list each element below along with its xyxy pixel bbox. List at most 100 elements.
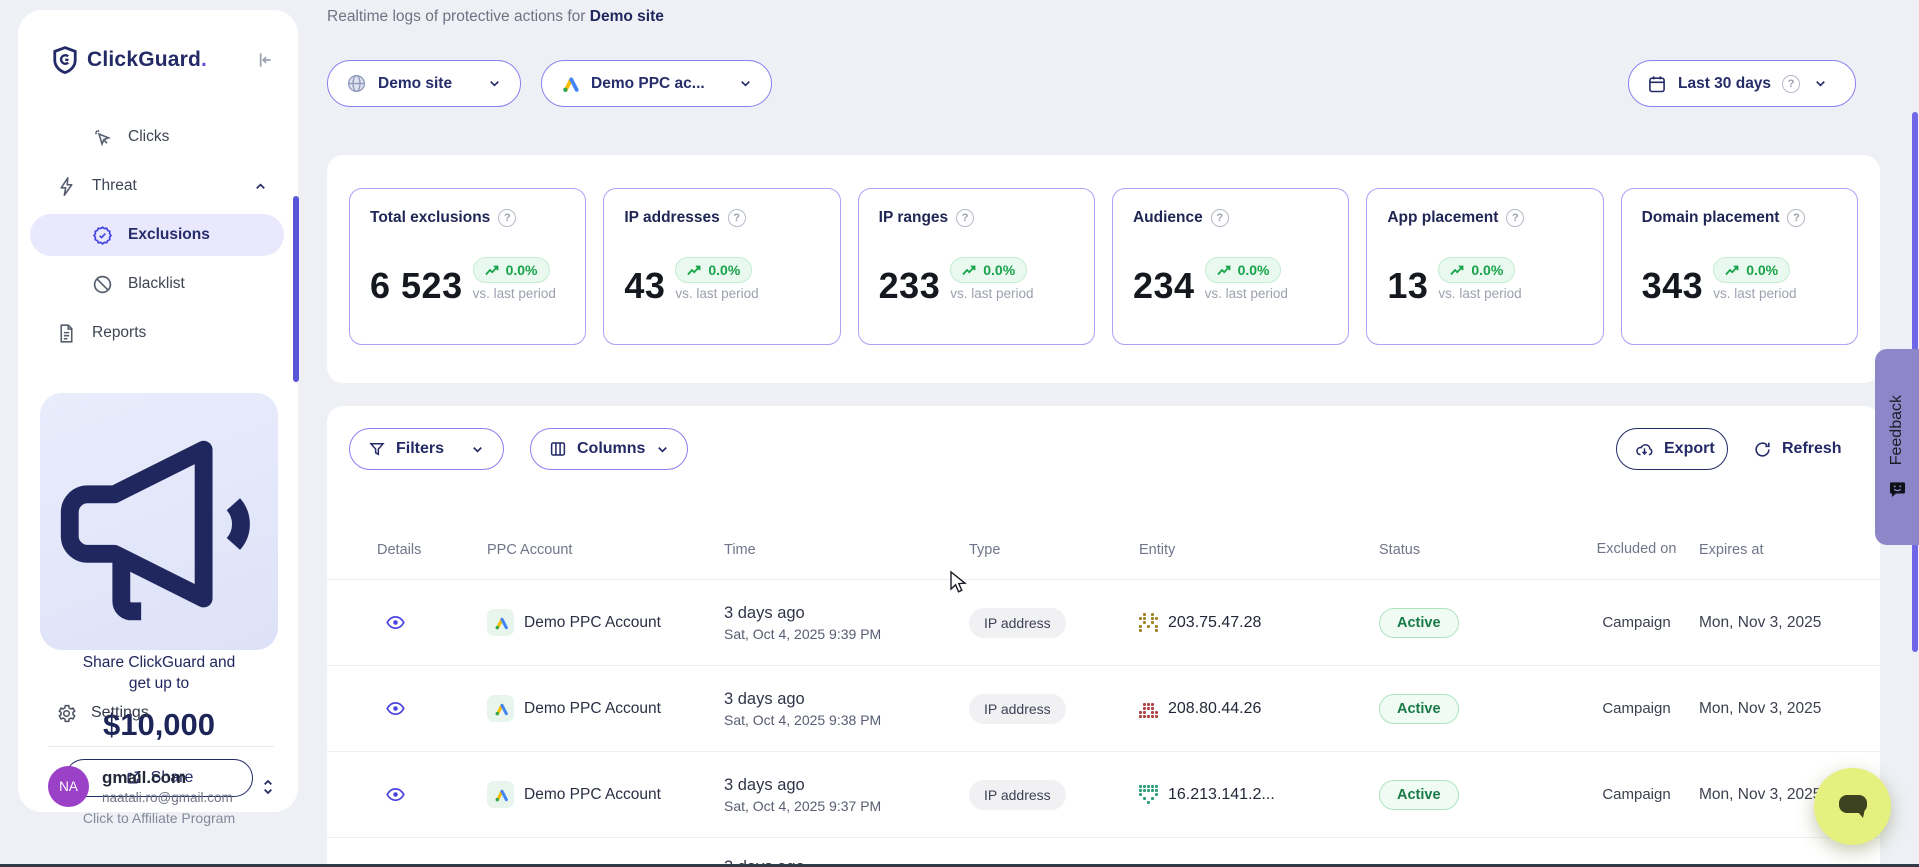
status-badge: Active <box>1379 608 1459 638</box>
megaphone-icon <box>40 415 278 653</box>
eye-icon <box>385 612 487 633</box>
trending-up-icon <box>1217 265 1232 276</box>
clickguard-shield-icon <box>52 46 78 74</box>
type-badge: IP address <box>969 608 1066 638</box>
stat-compare-label: vs. last period <box>1205 286 1288 301</box>
sidebar-nav: Clicks Threat <box>18 116 298 354</box>
trending-up-icon <box>962 265 977 276</box>
sidebar-collapse-icon[interactable] <box>254 50 274 70</box>
sidebar-item-label: Blacklist <box>128 275 298 293</box>
stat-label: Total exclusions <box>370 209 490 227</box>
column-header-entity[interactable]: Entity <box>1139 542 1379 558</box>
stat-card-total-exclusions: Total exclusions ? 6 523 0.0% <box>349 188 586 345</box>
sidebar-item-label: Reports <box>92 324 298 342</box>
document-icon <box>56 323 77 344</box>
row-details-button[interactable] <box>377 612 487 633</box>
column-header-details[interactable]: Details <box>377 542 487 558</box>
row-time: 3 days ago Sat, Oct 4, 2025 9:39 PM <box>724 604 969 642</box>
type-badge: IP address <box>969 694 1066 724</box>
row-type: IP address <box>969 608 1139 638</box>
gear-icon <box>56 703 77 724</box>
help-icon[interactable]: ? <box>1211 209 1229 227</box>
table-row: Demo PPC Account 3 days ago Sat, Oct 4, … <box>327 580 1880 666</box>
help-icon[interactable]: ? <box>1787 209 1805 227</box>
stat-value: 233 <box>879 265 941 307</box>
column-header-time[interactable]: Time <box>724 542 969 558</box>
stat-card-domain-placement: Domain placement ? 343 0.0% <box>1621 188 1858 345</box>
row-entity: 208.80.44.26 <box>1139 699 1379 718</box>
row-expires-at: Mon, Nov 3, 2025 <box>1699 700 1852 718</box>
status-badge: Active <box>1379 780 1459 810</box>
date-range-value: Last 30 days <box>1678 75 1771 93</box>
account-switcher[interactable]: NA gmail.com naatali.ro@gmail.com <box>18 766 298 807</box>
chevron-down-icon <box>487 76 502 91</box>
stat-card-audience: Audience ? 234 0.0% vs. last <box>1112 188 1349 345</box>
sidebar-item-clicks[interactable]: Clicks <box>18 116 298 158</box>
row-details-button[interactable] <box>377 698 487 719</box>
export-button[interactable]: Export <box>1616 428 1728 470</box>
help-icon[interactable]: ? <box>728 209 746 227</box>
column-header-status[interactable]: Status <box>1379 542 1574 558</box>
column-header-type[interactable]: Type <box>969 542 1139 558</box>
stat-card-ip-addresses: IP addresses ? 43 0.0% vs. l <box>603 188 840 345</box>
share-card-title: Share ClickGuard and get up to <box>40 653 278 695</box>
row-expires-at: Mon, Nov 3, 2025 <box>1699 614 1852 632</box>
logo-row: ClickGuard. <box>18 10 298 74</box>
ban-icon <box>92 274 113 295</box>
sidebar-item-blacklist[interactable]: Blacklist <box>18 263 298 305</box>
affiliate-link[interactable]: Click to Affiliate Program <box>40 810 278 826</box>
trending-up-icon <box>1450 265 1465 276</box>
feedback-tab[interactable]: Feedback <box>1875 349 1919 545</box>
sidebar-item-threat[interactable]: Threat <box>18 165 298 207</box>
trending-up-icon <box>1725 265 1740 276</box>
stat-change-badge: 0.0% <box>1205 257 1282 283</box>
affiliate-share-card[interactable]: Share ClickGuard and get up to $10,000 S… <box>40 393 278 650</box>
sidebar-item-exclusions[interactable]: Exclusions <box>30 214 284 256</box>
help-icon[interactable]: ? <box>1506 209 1524 227</box>
google-ads-icon <box>487 695 514 722</box>
eye-icon <box>385 698 487 719</box>
row-details-button[interactable] <box>377 784 487 805</box>
trending-up-icon <box>485 265 500 276</box>
calendar-icon <box>1647 74 1667 94</box>
columns-button[interactable]: Columns <box>530 428 688 470</box>
site-selector[interactable]: Demo site <box>327 60 521 107</box>
sidebar-item-label: Threat <box>92 177 253 195</box>
row-entity: 203.75.47.28 <box>1139 613 1379 632</box>
sidebar-item-reports[interactable]: Reports <box>18 312 298 354</box>
column-header-ppc-account[interactable]: PPC Account <box>487 542 724 558</box>
stat-change-badge: 0.0% <box>1713 257 1790 283</box>
refresh-button[interactable]: Refresh <box>1745 428 1865 470</box>
feedback-chat-icon <box>1888 480 1907 499</box>
sidebar-divider <box>48 746 274 747</box>
stat-compare-label: vs. last period <box>675 286 758 301</box>
stat-change-badge: 0.0% <box>473 257 550 283</box>
help-icon[interactable]: ? <box>956 209 974 227</box>
table-row-partial: 3 days ago <box>327 838 1880 867</box>
column-header-expires-at[interactable]: Expires at <box>1699 542 1852 558</box>
sidebar-item-label: Clicks <box>128 128 298 146</box>
sidebar-item-settings[interactable]: Settings <box>18 692 298 734</box>
ip-identicon <box>1139 613 1158 632</box>
stat-value: 43 <box>624 265 665 307</box>
table-row: Demo PPC Account 3 days ago Sat, Oct 4, … <box>327 752 1880 838</box>
stat-compare-label: vs. last period <box>1713 286 1796 301</box>
table-header-row: Details PPC Account Time Type Entity Sta… <box>327 520 1880 580</box>
row-ppc-account: Demo PPC Account <box>487 609 724 636</box>
export-label: Export <box>1664 440 1715 458</box>
date-range-selector[interactable]: Last 30 days ? <box>1628 60 1856 107</box>
refresh-icon <box>1753 440 1772 459</box>
stat-change-badge: 0.0% <box>950 257 1027 283</box>
sidebar-scrollbar[interactable] <box>293 196 299 382</box>
column-header-excluded-on[interactable]: Excluded on <box>1574 540 1699 560</box>
row-ppc-account: Demo PPC Account <box>487 781 724 808</box>
help-icon[interactable]: ? <box>1782 75 1800 93</box>
stat-value: 13 <box>1387 265 1428 307</box>
chevron-up-down-icon <box>260 777 276 797</box>
google-ads-icon <box>560 74 580 94</box>
help-icon[interactable]: ? <box>498 209 516 227</box>
ppc-account-selector[interactable]: Demo PPC ac... <box>541 60 772 107</box>
chat-launcher-button[interactable] <box>1814 768 1891 845</box>
user-name: gmail.com <box>102 768 260 788</box>
filters-button[interactable]: Filters <box>349 428 504 470</box>
